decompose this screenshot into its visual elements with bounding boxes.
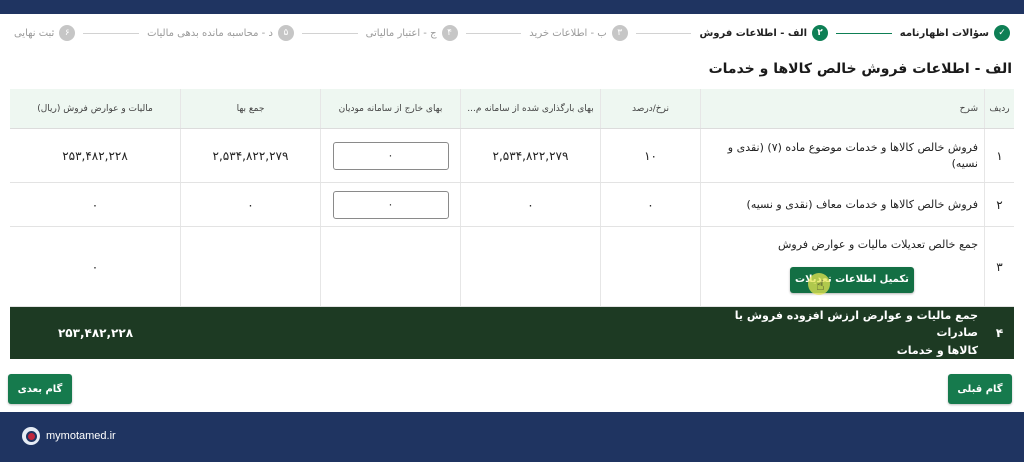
row-number: ۲ — [984, 183, 1014, 226]
row-tax: ۲۵۳,۴۸۲,۲۲۸ — [62, 148, 128, 163]
row-empty — [460, 227, 600, 306]
step-sales[interactable]: ۲ الف - اطلاعات فروش — [699, 25, 829, 41]
step-connector — [465, 32, 522, 34]
step-number: ۲ — [812, 25, 829, 41]
total-tax: ۲۵۳,۴۸۲,۲۲۸ — [10, 307, 180, 359]
header-external-price: بهای خارج از سامانه مودیان — [320, 89, 460, 128]
row-empty — [600, 227, 700, 306]
table-row: ۳ جمع خالص تعدیلات مالیات و عوارض فروش ت… — [10, 227, 1014, 307]
row-empty — [600, 307, 700, 359]
header-system-price: بهای بارگذاری شده از سامانه م... — [460, 89, 600, 128]
row-system-price: ۲,۵۳۴,۸۲۲,۲۷۹ — [460, 129, 600, 182]
top-bar — [0, 0, 1024, 14]
header-rate: نرخ/درصد — [600, 89, 700, 128]
step-connector — [635, 32, 692, 34]
step-number: ۴ — [441, 25, 458, 41]
row-empty — [320, 227, 460, 306]
row-external-cell: ۰ — [320, 129, 460, 182]
header-row-number: ردیف — [984, 89, 1014, 128]
step-label: الف - اطلاعات فروش — [699, 27, 808, 39]
row-empty — [460, 307, 600, 359]
row-description: جمع خالص تعدیلات مالیات و عوارض فروش — [777, 238, 978, 251]
step-connector — [836, 32, 892, 34]
row-number: ۴ — [984, 307, 1014, 359]
row-tax: ۰ — [91, 259, 99, 274]
header-tax: مالیات و عوارض فروش (ریال) — [37, 103, 153, 114]
row-rate: ۰ — [600, 183, 700, 226]
header-description: شرح — [700, 89, 984, 128]
external-price-input[interactable]: ۰ — [332, 190, 449, 219]
form-panel: ✓ سؤالات اظهارنامه ۲ الف - اطلاعات فروش … — [0, 14, 1024, 412]
site-name: mymotamed.ir — [46, 430, 116, 442]
step-connector — [83, 32, 140, 34]
row-empty — [180, 307, 320, 359]
step-label: ثبت نهایی — [13, 27, 55, 39]
row-number: ۱ — [984, 129, 1014, 182]
table-row: ۱ فروش خالص کالاها و خدمات موضوع ماده (۷… — [10, 129, 1014, 183]
site-logo-icon — [22, 427, 40, 445]
step-connector — [301, 32, 358, 34]
row-external-cell: ۰ — [320, 183, 460, 226]
row-rate: ۱۰ — [600, 129, 700, 182]
complete-adjustments-button[interactable]: تکمیل اطلاعات تعدیلات ☝ — [790, 266, 914, 295]
step-number: ۶ — [59, 25, 76, 41]
row-total-price: ۰ — [180, 183, 320, 226]
step-label: د - محاسبه مانده بدهی مالیات — [147, 27, 273, 39]
next-step-button[interactable]: گام بعدی — [8, 374, 72, 404]
row-empty — [320, 307, 460, 359]
total-row: ۴ جمع مالیات و عوارض ارزش افزوده فروش یا… — [10, 307, 1014, 359]
table-header: ردیف شرح نرخ/درصد بهای بارگذاری شده از س… — [10, 89, 1014, 129]
step-tax-credit[interactable]: ۴ ج - اعتبار مالیاتی — [366, 25, 458, 41]
row-description: فروش خالص کالاها و خدمات معاف (نقدی و نس… — [700, 183, 984, 226]
step-number: ۵ — [277, 25, 294, 41]
sales-table: ردیف شرح نرخ/درصد بهای بارگذاری شده از س… — [10, 89, 1014, 359]
step-balance[interactable]: ۵ د - محاسبه مانده بدهی مالیات — [147, 25, 294, 41]
row-description-cell: جمع خالص تعدیلات مالیات و عوارض فروش تکم… — [700, 227, 984, 306]
row-total-price: ۲,۵۳۴,۸۲۲,۲۷۹ — [180, 129, 320, 182]
page-title: الف - اطلاعات فروش خالص کالاها و خدمات — [708, 61, 1012, 77]
hand-cursor-icon: ☝ — [816, 277, 825, 294]
previous-step-button[interactable]: گام قبلی — [948, 374, 1012, 404]
external-price-input[interactable]: ۰ — [332, 141, 449, 170]
step-purchases[interactable]: ۳ ب - اطلاعات خرید — [529, 25, 628, 41]
step-final[interactable]: ۶ ثبت نهایی — [13, 25, 76, 41]
step-label: ب - اطلاعات خرید — [529, 27, 607, 39]
total-description-line1: جمع مالیات و عوارض ارزش افزوده فروش یا ص… — [734, 308, 978, 340]
row-system-price: ۰ — [460, 183, 600, 226]
step-label: سؤالات اظهارنامه — [899, 27, 989, 39]
row-number: ۳ — [984, 227, 1014, 306]
step-number: ۳ — [611, 25, 628, 41]
total-description-line2: کالاها و خدمات — [896, 343, 978, 357]
header-total-price: جمع بها — [180, 89, 320, 128]
total-description: جمع مالیات و عوارض ارزش افزوده فروش یا ص… — [700, 307, 984, 359]
footer-bar: mymotamed.ir — [0, 412, 1024, 462]
row-description: فروش خالص کالاها و خدمات موضوع ماده (۷) … — [700, 129, 984, 182]
stepper: ✓ سؤالات اظهارنامه ۲ الف - اطلاعات فروش … — [14, 24, 1010, 42]
table-row: ۲ فروش خالص کالاها و خدمات معاف (نقدی و … — [10, 183, 1014, 227]
row-empty — [180, 227, 320, 306]
step-label: ج - اعتبار مالیاتی — [365, 27, 437, 39]
check-icon: ✓ — [994, 25, 1010, 41]
row-tax: ۰ — [91, 197, 99, 212]
step-questions[interactable]: ✓ سؤالات اظهارنامه — [900, 25, 1010, 41]
